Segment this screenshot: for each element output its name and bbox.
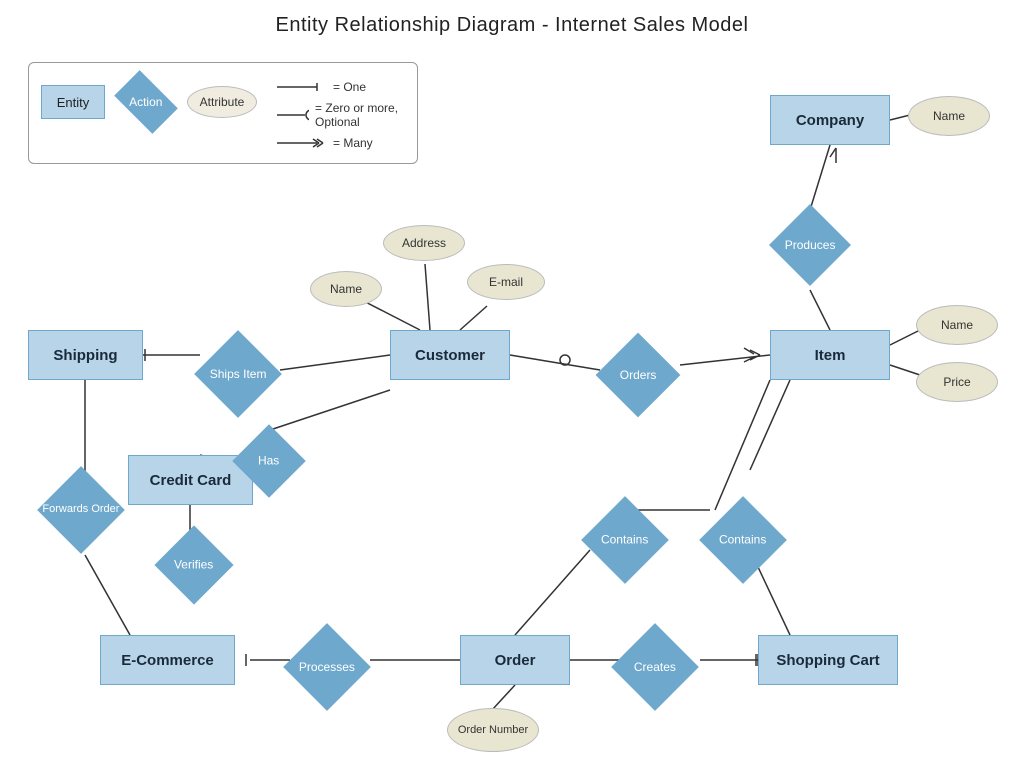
diamond-forwards-order: Forwards Order — [36, 466, 126, 554]
diamond-verifies: Verifies — [155, 527, 233, 603]
diamond-has: Has — [233, 425, 305, 497]
legend-lines: = One = Zero or more, Optional — [277, 75, 399, 151]
legend-entity: Entity — [41, 85, 105, 119]
diamond-produces: Produces — [770, 205, 850, 285]
legend-shapes: Entity Action Attribute — [41, 75, 257, 129]
legend-zero-more-label: = Zero or more, Optional — [315, 101, 399, 129]
entity-ecommerce: E-Commerce — [100, 635, 235, 685]
entity-item: Item — [770, 330, 890, 380]
attr-order-number: Order Number — [447, 708, 539, 752]
attr-item-name: Name — [916, 305, 998, 345]
attr-company-name: Name — [908, 96, 990, 136]
legend-many-label: = Many — [333, 136, 373, 150]
entity-shipping: Shipping — [28, 330, 143, 380]
legend-action-diamond: Action — [114, 70, 178, 134]
diamond-orders: Orders — [595, 335, 681, 415]
entity-customer: Customer — [390, 330, 510, 380]
diamond-contains-2: Contains — [700, 500, 786, 580]
attr-customer-address: Address — [383, 225, 465, 261]
legend-line-one: = One — [277, 79, 399, 95]
legend-line-zero-more: = Zero or more, Optional — [277, 101, 399, 129]
page-title: Entity Relationship Diagram - Internet S… — [0, 0, 1024, 37]
legend-line-many: = Many — [277, 135, 399, 151]
diamond-creates: Creates — [612, 627, 698, 707]
attr-customer-email: E-mail — [467, 264, 545, 300]
diamond-contains-1: Contains — [582, 500, 668, 580]
entity-company: Company — [770, 95, 890, 145]
legend-attribute: Attribute — [187, 86, 257, 118]
legend-action-label: Action — [129, 95, 162, 109]
attr-item-price: Price — [916, 362, 998, 402]
legend: Entity Action Attribute = One — [28, 62, 418, 164]
legend-one-label: = One — [333, 80, 366, 94]
diamond-ships-item: Ships Item — [195, 334, 281, 414]
entity-order: Order — [460, 635, 570, 685]
entity-shoppingcart: Shopping Cart — [758, 635, 898, 685]
diagram-container: Entity Relationship Diagram - Internet S… — [0, 0, 1024, 769]
diamond-processes: Processes — [283, 627, 371, 707]
attr-customer-name: Name — [310, 271, 382, 307]
